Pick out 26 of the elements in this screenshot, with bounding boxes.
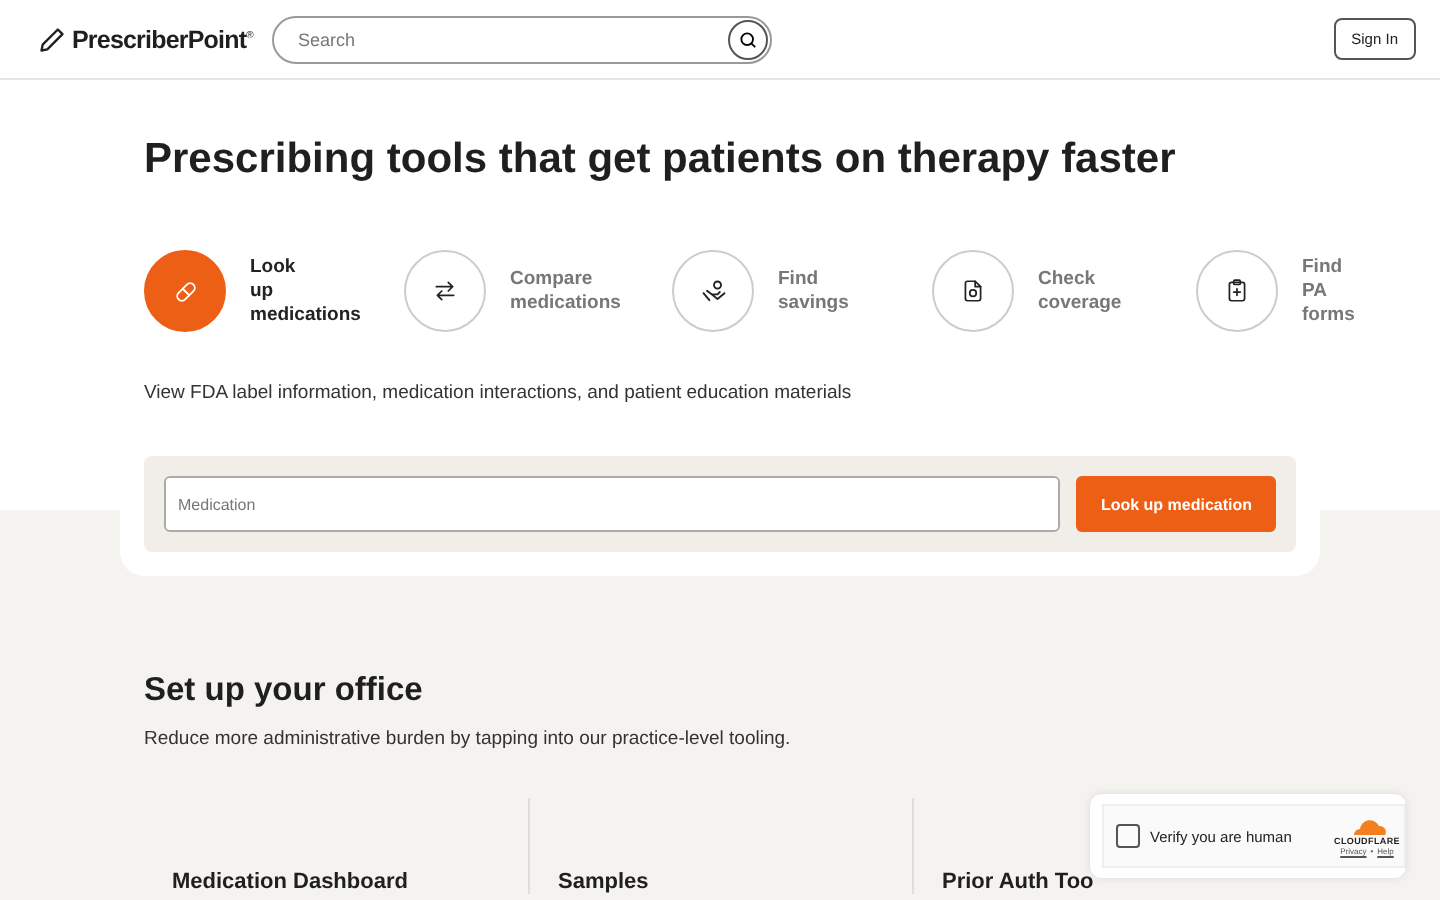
tool-tab[interactable]: Look up medications <box>144 250 370 332</box>
tool-tab[interactable]: Find PA forms <box>1196 250 1422 332</box>
tool-description: View FDA label information, medication interactions, and patient education materials <box>144 382 854 404</box>
card-title: Samples <box>558 870 649 894</box>
pen-icon <box>38 25 66 53</box>
swap-arrows-icon <box>432 278 458 304</box>
page-title: Prescribing tools that get patients on therapy faster <box>144 134 1178 186</box>
tool-tab[interactable]: Compare medications <box>404 250 630 332</box>
card-title: Prior Auth Too <box>942 870 1094 894</box>
logo[interactable]: PrescriberPoint$^{®}$ <box>72 25 253 53</box>
hand-coin-icon <box>699 277 727 305</box>
pill-icon <box>171 277 199 305</box>
search-input[interactable]: Search <box>294 27 728 51</box>
medication-field[interactable]: Medication <box>164 476 1061 532</box>
captcha-checkbox[interactable] <box>1116 824 1140 848</box>
card-title: Medication Dashboard <box>172 870 408 894</box>
search-button[interactable] <box>728 19 768 59</box>
section-title: Set up your office <box>144 670 425 710</box>
cloud-icon <box>1349 817 1385 835</box>
search-field[interactable]: Search <box>272 15 772 63</box>
tool-tab[interactable]: Check coverage <box>932 250 1158 332</box>
clipboard-icon <box>1224 278 1250 304</box>
search-icon <box>738 29 758 49</box>
tool-tab[interactable]: Find savings <box>672 250 898 332</box>
section-subtitle: Reduce more administrative burden by tapping into our practice-level tooling. <box>144 728 793 750</box>
document-icon <box>960 278 986 304</box>
